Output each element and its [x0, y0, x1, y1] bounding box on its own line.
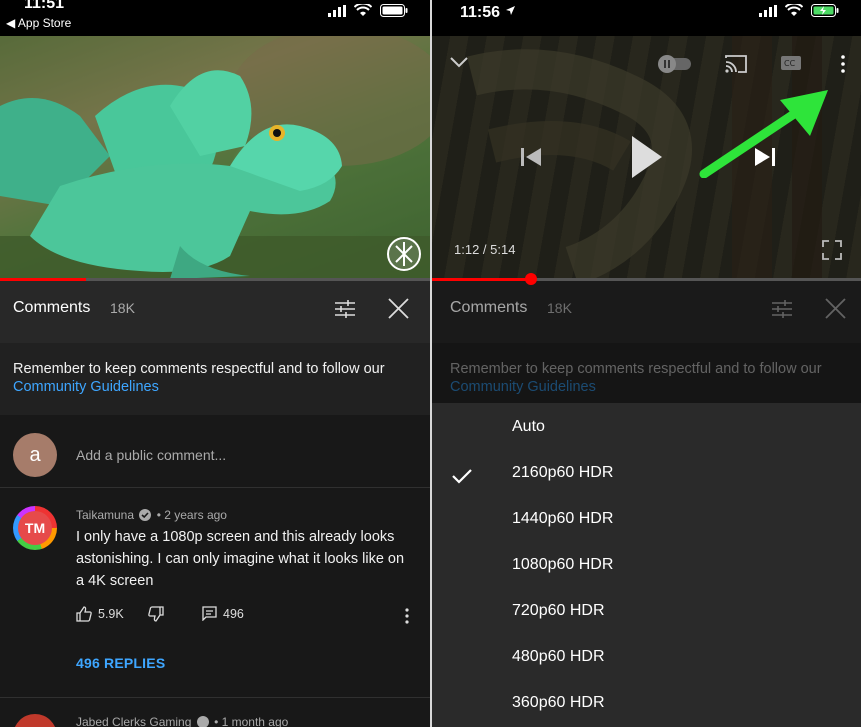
quality-option-label: 480p60 HDR	[512, 648, 605, 665]
dim-overlay	[432, 281, 861, 405]
quality-option[interactable]: 720p60 HDR	[432, 593, 861, 633]
comments-title: Comments	[13, 299, 91, 316]
add-comment-row[interactable]: a Add a public comment...	[0, 415, 430, 488]
wifi-icon	[785, 4, 803, 16]
comment-author[interactable]: Taikamuna	[76, 508, 134, 522]
like-button[interactable]: 5.9K	[76, 606, 124, 622]
reply-button[interactable]: 496	[202, 606, 244, 621]
like-count: 5.9K	[98, 607, 124, 621]
next-video-icon[interactable]	[754, 146, 776, 168]
comment-guidelines-notice: Remember to keep comments respectful and…	[0, 343, 430, 415]
comment-actions: 5.9K 496	[76, 606, 421, 626]
status-icons	[759, 4, 839, 17]
quality-option-label: 360p60 HDR	[512, 694, 605, 711]
signal-icon	[328, 4, 346, 17]
channel-watermark-icon	[387, 237, 421, 271]
dislike-button[interactable]	[148, 606, 164, 622]
community-guidelines-link[interactable]: Community Guidelines	[13, 379, 159, 395]
autoplay-toggle[interactable]	[657, 54, 695, 74]
comment-meta: Taikamuna • 2 years ago	[76, 508, 227, 522]
comment-age: • 2 years ago	[156, 508, 227, 522]
thumbs-up-icon	[76, 606, 92, 622]
sort-filter-icon[interactable]	[334, 298, 356, 320]
comment-author[interactable]: Jabed Clerks Gaming	[76, 715, 191, 727]
lizard-video-frame	[0, 36, 430, 279]
quality-option-label: Auto	[512, 418, 545, 435]
comments-header: Comments 18K	[0, 281, 430, 343]
reply-count: 496	[223, 606, 244, 621]
video-player[interactable]	[0, 36, 430, 279]
video-progress-bar[interactable]	[432, 273, 861, 285]
video-progress-bar[interactable]	[0, 278, 430, 281]
more-options-icon[interactable]	[840, 55, 846, 73]
status-time: 11:56	[460, 4, 516, 22]
quality-option-label: 1080p60 HDR	[512, 556, 614, 573]
comment-text: I only have a 1080p screen and this alre…	[76, 529, 405, 589]
quality-option[interactable]: 1080p60 HDR	[432, 547, 861, 587]
guideline-text: Remember to keep comments respectful and…	[13, 361, 385, 377]
quality-option[interactable]: 1440p60 HDR	[432, 501, 861, 541]
user-avatar: a	[13, 433, 57, 477]
status-bar: 11:56	[432, 0, 861, 36]
collapse-player-icon[interactable]	[450, 56, 468, 68]
status-bar: 11:51 ◀ App Store	[0, 0, 430, 36]
comment-item: Jabed Clerks Gaming • 1 month ago	[0, 697, 430, 727]
quality-option-label: 1440p60 HDR	[512, 510, 614, 527]
quality-option-label: 720p60 HDR	[512, 602, 605, 619]
video-timecode: 1:12 / 5:14	[454, 242, 516, 257]
quality-option[interactable]: 480p60 HDR	[432, 639, 861, 679]
view-replies-button[interactable]: 496 REPLIES	[76, 655, 165, 671]
thumbs-down-icon	[148, 606, 164, 622]
comment-age: • 1 month ago	[214, 715, 289, 727]
fullscreen-icon[interactable]	[822, 240, 842, 260]
signal-icon	[759, 4, 777, 17]
back-to-app-store[interactable]: ◀ App Store	[6, 16, 71, 30]
cast-icon[interactable]	[724, 54, 748, 74]
quality-option[interactable]: 2160p60 HDR	[432, 455, 861, 495]
battery-icon	[380, 4, 408, 17]
add-comment-input[interactable]: Add a public comment...	[76, 447, 226, 463]
video-progress-fill	[432, 278, 531, 281]
quality-option[interactable]: 360p60 HDR	[432, 685, 861, 725]
commenter-avatar[interactable]: TM	[13, 506, 57, 550]
left-screen: 11:51 ◀ App Store Comments 18K Remember …	[0, 0, 430, 727]
scrub-handle[interactable]	[524, 273, 537, 285]
commenter-avatar[interactable]	[13, 714, 57, 727]
status-time-text: 11:56	[460, 4, 501, 21]
wifi-icon	[354, 4, 372, 16]
comment-item: TM Taikamuna • 2 years ago I only have a…	[0, 488, 430, 697]
play-icon[interactable]	[630, 134, 664, 180]
commenter-avatar-text: TM	[18, 511, 52, 545]
previous-video-icon[interactable]	[520, 146, 542, 168]
video-progress-fill	[0, 278, 86, 281]
status-time: 11:51	[24, 0, 65, 12]
location-arrow-icon	[505, 6, 515, 15]
right-screen: 11:56 CC 1:12 / 5:14 Comments 18K Rememb…	[432, 0, 861, 727]
quality-option[interactable]: Auto	[432, 409, 861, 449]
quality-option-label: 2160p60 HDR	[512, 464, 614, 481]
verified-badge-icon	[139, 509, 152, 521]
more-options-icon[interactable]	[404, 608, 410, 624]
verified-badge-icon	[196, 716, 209, 727]
status-icons	[328, 4, 408, 17]
checkmark-icon	[452, 469, 472, 484]
quality-menu: Auto 2160p60 HDR 1440p60 HDR 1080p60 HDR 720…	[432, 403, 861, 727]
reply-comment-icon	[202, 606, 217, 621]
battery-charging-icon	[811, 4, 839, 17]
captions-icon[interactable]: CC	[780, 55, 802, 71]
comment-meta: Jabed Clerks Gaming • 1 month ago	[76, 715, 288, 727]
svg-text:CC: CC	[784, 59, 796, 68]
comments-count: 18K	[110, 300, 135, 316]
close-icon[interactable]	[388, 298, 409, 319]
